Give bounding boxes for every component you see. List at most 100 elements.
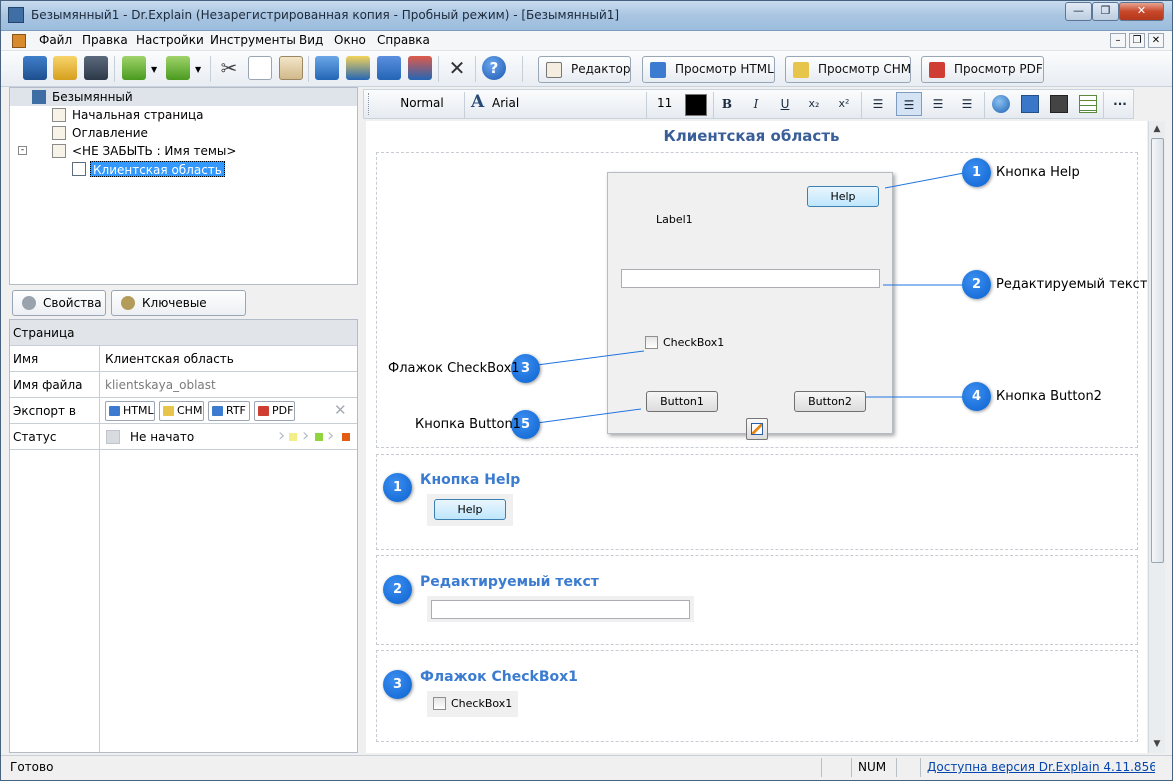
name-field[interactable]: Клиентская область xyxy=(105,346,234,372)
divider xyxy=(821,758,822,777)
help-icon[interactable]: ? xyxy=(482,56,506,80)
tab-keywords[interactable]: Ключевые слова xyxy=(111,290,246,334)
export-html-icon[interactable] xyxy=(315,56,339,80)
more-icon[interactable]: ··· xyxy=(1111,95,1129,113)
update-available-link[interactable]: Доступна версия Dr.Explain 4.11.856. Наж xyxy=(927,760,1155,774)
export-pdf-icon[interactable] xyxy=(408,56,432,80)
video-icon[interactable] xyxy=(1050,95,1068,113)
mdi-close-button[interactable]: ✕ xyxy=(1148,33,1164,48)
export-rtf-icon[interactable] xyxy=(377,56,401,80)
open-folder-icon[interactable] xyxy=(53,56,77,80)
menu-edit[interactable]: Правка xyxy=(82,33,128,47)
mdi-minimize-button[interactable]: – xyxy=(1110,33,1126,48)
html-icon xyxy=(109,406,120,416)
menu-window[interactable]: Окно xyxy=(334,33,366,47)
export-chm-toggle[interactable]: CHM xyxy=(159,401,204,421)
section-2-number: 2 xyxy=(383,575,412,604)
editor-mode-button[interactable]: Редактор xyxy=(538,56,631,83)
menu-file[interactable]: Файл xyxy=(39,33,72,47)
export-html-toggle[interactable]: HTML xyxy=(105,401,155,421)
section-3-number: 3 xyxy=(383,670,412,699)
page-icon xyxy=(52,144,66,158)
title-bar: Безымянный1 - Dr.Explain (Незарегистриро… xyxy=(1,1,1172,31)
callout-1[interactable]: 1 xyxy=(962,158,991,187)
justify-icon[interactable]: ☰ xyxy=(958,95,976,113)
scroll-down-icon[interactable]: ▼ xyxy=(1149,736,1165,753)
chevron-right-icon: › xyxy=(302,425,310,446)
maximize-button[interactable]: ❐ xyxy=(1092,2,1119,21)
close-button[interactable]: ✕ xyxy=(1119,2,1164,21)
export-pdf-toggle[interactable]: PDF xyxy=(254,401,295,421)
status-step-green[interactable] xyxy=(315,433,323,441)
bold-icon[interactable]: B xyxy=(718,95,736,113)
prop-row-export: Экспорт в HTML CHM RTF PDF ✕ xyxy=(10,398,357,424)
dropdown-arrow-icon[interactable]: ▼ xyxy=(151,65,157,74)
export-label: CHM xyxy=(177,404,203,417)
status-step-orange[interactable] xyxy=(342,433,350,441)
app-icon xyxy=(8,7,24,23)
subscript-icon[interactable]: x₂ xyxy=(805,95,823,113)
menu-tools[interactable]: Инструменты xyxy=(210,33,296,47)
tree-item[interactable]: - <НЕ ЗАБЫТЬ : Имя темы> xyxy=(10,142,357,160)
new-project-icon[interactable] xyxy=(23,56,47,80)
menu-view[interactable]: Вид xyxy=(299,33,323,47)
section-1-number: 1 xyxy=(383,473,412,502)
collapse-icon[interactable]: - xyxy=(18,146,27,155)
link-globe-icon[interactable] xyxy=(992,95,1010,113)
divider xyxy=(920,758,921,777)
main-toolbar: ▼ ▼ ✂ ✕ ? Редактор Просмотр HTML Просмот… xyxy=(1,51,1172,87)
export-rtf-toggle[interactable]: RTF xyxy=(208,401,250,421)
menu-settings[interactable]: Настройки xyxy=(136,33,204,47)
grip-handle[interactable] xyxy=(368,93,371,115)
italic-icon[interactable]: I xyxy=(747,95,765,113)
html-preview-button[interactable]: Просмотр HTML xyxy=(642,56,775,83)
font-selector[interactable]: Arial xyxy=(492,96,519,110)
chm-icon xyxy=(793,62,809,78)
tab-properties[interactable]: Свойства xyxy=(12,290,106,316)
paste-icon[interactable] xyxy=(279,56,303,80)
font-size-selector[interactable]: 11 xyxy=(657,96,672,110)
scroll-thumb[interactable] xyxy=(1151,138,1164,563)
scroll-up-icon[interactable]: ▲ xyxy=(1149,121,1165,138)
align-left-icon[interactable]: ☰ xyxy=(869,95,887,113)
status-bar: Готово NUM Доступна версия Dr.Explain 4.… xyxy=(1,755,1172,780)
tree-item-selected[interactable]: Клиентская область xyxy=(10,160,357,178)
section-2-title: Редактируемый текст xyxy=(420,574,599,590)
tree-item[interactable]: Оглавление xyxy=(10,124,357,142)
menu-help[interactable]: Справка xyxy=(377,33,430,47)
callout-2-label: Редактируемый текст xyxy=(996,277,1147,292)
vertical-scrollbar[interactable]: ▲ ▼ xyxy=(1148,121,1165,753)
align-center-icon[interactable]: ☰ xyxy=(896,92,922,116)
tree-item[interactable]: Начальная страница xyxy=(10,106,357,124)
clear-icon[interactable]: ✕ xyxy=(334,401,347,419)
table-icon[interactable] xyxy=(1079,95,1097,113)
mdi-restore-button[interactable]: ❐ xyxy=(1129,33,1145,48)
status-value[interactable]: Не начато xyxy=(130,424,194,450)
chm-preview-label: Просмотр CHM xyxy=(818,62,912,76)
filename-field[interactable]: klientskaya_oblast xyxy=(105,372,216,398)
tree-item-label: <НЕ ЗАБЫТЬ : Имя темы> xyxy=(72,144,237,158)
superscript-icon[interactable]: x² xyxy=(835,95,853,113)
minimize-button[interactable]: — xyxy=(1065,2,1092,21)
tools-icon[interactable]: ✕ xyxy=(445,56,469,80)
pdf-icon xyxy=(258,406,269,416)
add-child-topic-icon[interactable] xyxy=(166,56,190,80)
callout-4[interactable]: 4 xyxy=(962,382,991,411)
callout-2[interactable]: 2 xyxy=(962,270,991,299)
export-chm-icon[interactable] xyxy=(346,56,370,80)
cut-icon[interactable]: ✂ xyxy=(217,56,241,80)
tree-root[interactable]: Безымянный xyxy=(10,88,357,106)
underline-icon[interactable]: U xyxy=(776,95,794,113)
chm-preview-button[interactable]: Просмотр CHM xyxy=(785,56,911,83)
dropdown-arrow-icon[interactable]: ▼ xyxy=(195,65,201,74)
status-step-yellow[interactable] xyxy=(289,433,297,441)
add-topic-icon[interactable] xyxy=(122,56,146,80)
save-icon[interactable] xyxy=(84,56,108,80)
align-right-icon[interactable]: ☰ xyxy=(929,95,947,113)
copy-icon[interactable] xyxy=(248,56,272,80)
pdf-preview-button[interactable]: Просмотр PDF xyxy=(921,56,1044,83)
project-tree: Безымянный Начальная страница Оглавление… xyxy=(9,87,358,285)
style-selector[interactable]: Normal xyxy=(382,96,462,110)
image-icon[interactable] xyxy=(1021,95,1039,113)
text-color-button[interactable] xyxy=(685,94,707,116)
